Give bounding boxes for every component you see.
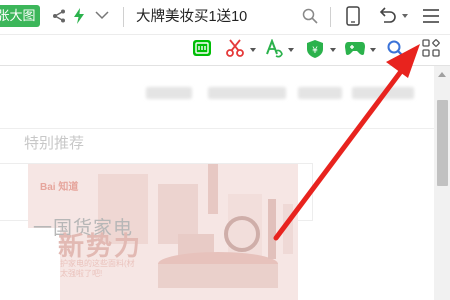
view-image-button[interactable]: 张大图 [0,5,40,27]
address-input[interactable]: 大牌美妆买1送10 [136,7,247,27]
section-title: 特别推荐 [24,135,85,152]
search-icon[interactable] [302,8,318,24]
chevron-down-icon[interactable] [330,48,336,52]
apps-icon[interactable] [422,39,440,57]
undo-icon[interactable] [378,7,398,25]
baidu-logo: Bai 知道 [40,182,79,193]
svg-text:¥: ¥ [312,46,318,56]
scissors-icon[interactable] [226,39,244,57]
bolt-icon[interactable] [73,8,85,24]
shield-icon[interactable]: ¥ [306,39,324,59]
scroll-up-icon[interactable] [438,72,446,77]
divider [0,128,434,129]
chevron-down-icon[interactable] [402,14,408,18]
translate-icon[interactable] [264,39,284,59]
chevron-down-icon[interactable] [95,10,109,20]
search-icon[interactable] [386,39,404,57]
blurred-nav-item[interactable] [146,87,192,99]
gamepad-icon[interactable] [344,39,366,57]
chevron-down-icon[interactable] [288,48,294,52]
iqiyi-icon[interactable] [192,39,212,57]
blurred-nav-item[interactable] [208,87,286,99]
scrollbar-thumb[interactable] [437,100,448,186]
separator [330,7,331,27]
phone-icon[interactable] [346,6,360,26]
extension-toolbar [0,34,450,66]
menu-icon[interactable] [422,8,440,24]
share-icon[interactable] [52,9,66,23]
separator [123,7,124,27]
chevron-down-icon[interactable] [250,48,256,52]
blurred-nav-item[interactable] [352,87,414,99]
banner-subtext: 太强啦了吧! [60,269,103,278]
chevron-down-icon[interactable] [370,48,376,52]
blurred-nav-item[interactable] [298,87,342,99]
